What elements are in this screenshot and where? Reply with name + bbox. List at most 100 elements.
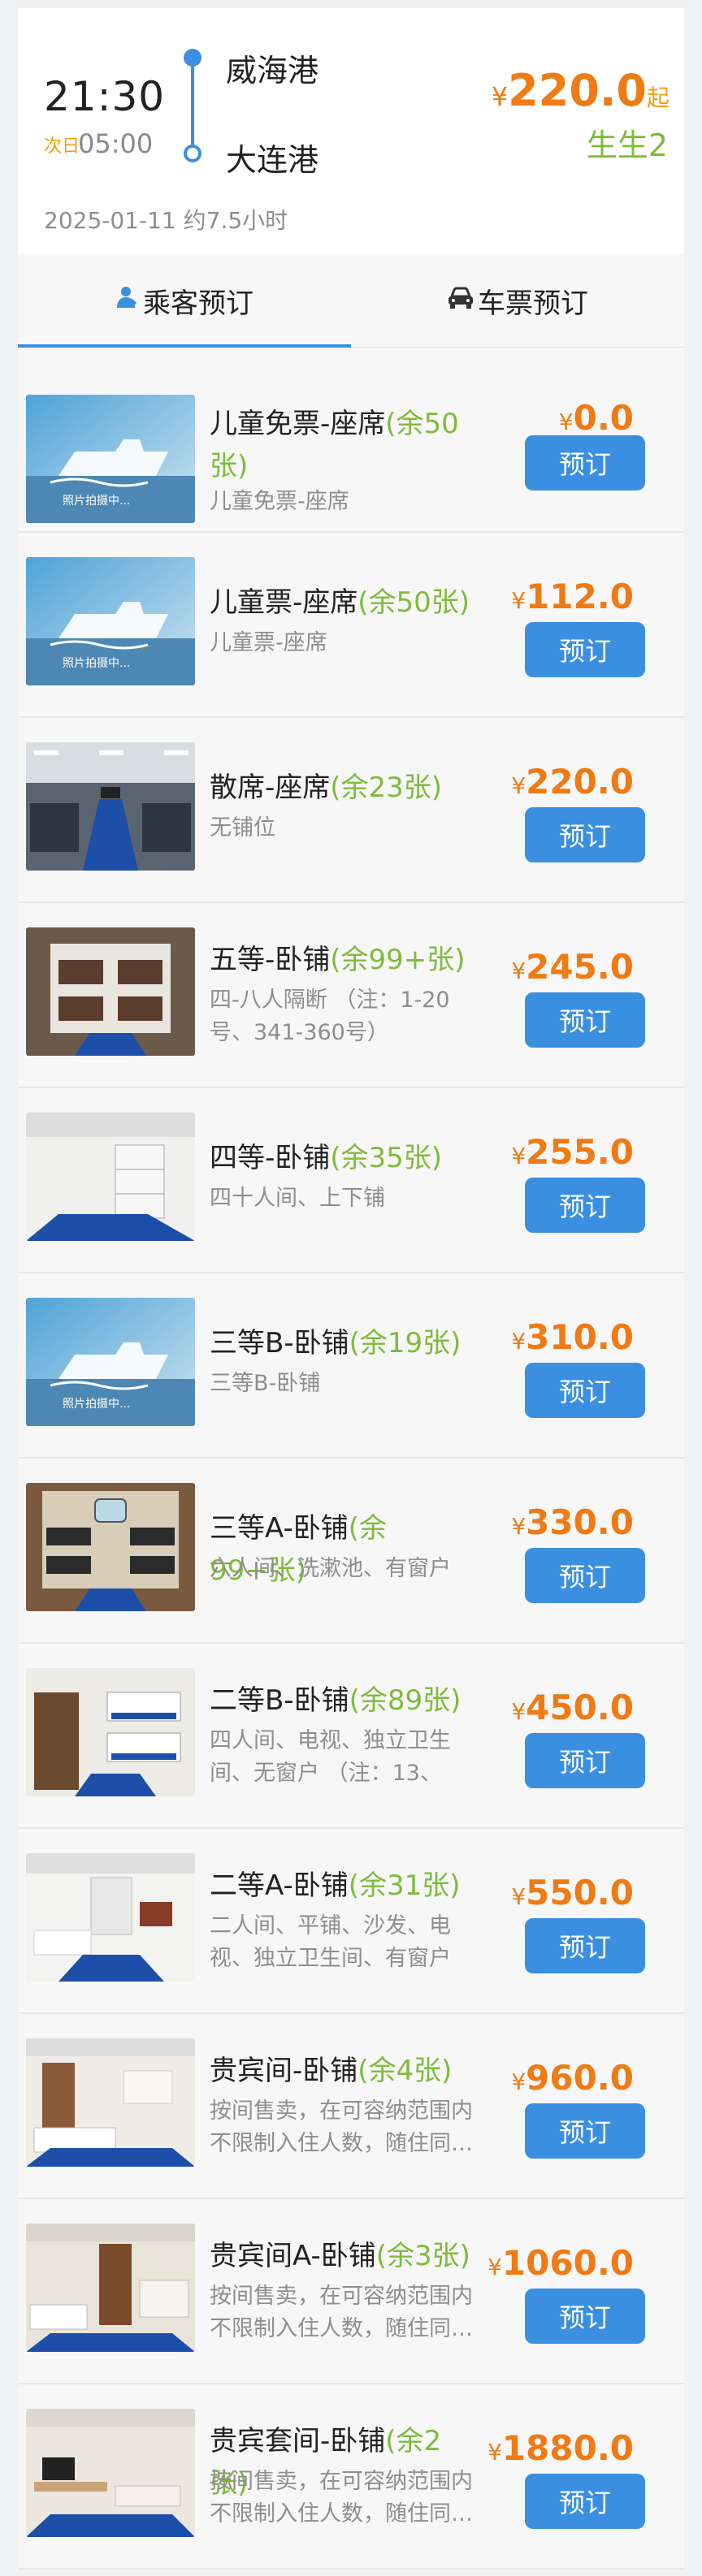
ticket-price: ¥450.0	[511, 1688, 634, 1727]
currency-symbol: ¥	[511, 957, 526, 984]
ticket-title: 五等-卧铺(余99+张)	[210, 939, 478, 981]
ticket-price-value: 220.0	[526, 762, 634, 802]
price-suffix: 起	[646, 84, 670, 111]
date-duration: 2025-01-11 约7.5小时	[44, 207, 288, 234]
ticket-title: 贵宾间-卧铺(余4张)	[210, 2050, 478, 2092]
tab-label: 乘客预订	[143, 287, 254, 320]
ticket-price-value: 245.0	[526, 947, 634, 987]
placeholder-caption: 照片拍摄中...	[63, 1398, 130, 1411]
vip-room-a-image	[26, 2224, 195, 2352]
trip-summary-card: 21:30 次日 05:00 威海港 大连港 ¥220.0起 生生2 2025-…	[18, 8, 684, 253]
ticket-description: 四人间、电视、独立卫生间、无窗户 （注：13、1…	[210, 1728, 451, 1786]
ticket-name: 贵宾间-卧铺	[210, 2055, 358, 2087]
ticket-title: 三等B-卧铺(余19张)	[210, 1322, 478, 1364]
ticket-title: 儿童免票-座席(余50张)	[210, 403, 478, 487]
ticket-remaining: (余23张)	[330, 772, 443, 804]
book-button[interactable]: 预订	[525, 2289, 645, 2344]
ticket-remaining: (余19张)	[349, 1327, 462, 1359]
ticket-remaining: (余31张)	[348, 1869, 461, 1902]
ticket-remaining: (余3张)	[375, 2240, 470, 2272]
ticket-name: 散席-座席	[210, 772, 331, 804]
ticket-description: 按间售卖，在可容纳范围内不限制入住人数，随住同…	[210, 2284, 473, 2341]
starting-price-value: 220.0	[508, 65, 647, 116]
book-button[interactable]: 预订	[525, 2474, 645, 2529]
tab-label: 车票预订	[478, 287, 588, 320]
dorm-cabin-image	[26, 1113, 195, 1241]
arrival-port: 大连港	[226, 142, 319, 178]
ticket-price: ¥1880.0	[488, 2428, 634, 2468]
ticket-item: 二等B-卧铺(余89张) 四人间、电视、独立卫生间、无窗户 （注：13、1… ¥…	[18, 1644, 684, 1829]
ticket-price: ¥550.0	[511, 1873, 634, 1913]
currency-symbol: ¥	[511, 2068, 526, 2095]
currency-symbol: ¥	[511, 1513, 526, 1540]
ticket-price-value: 1060.0	[501, 2243, 634, 2283]
ticket-name: 二等A-卧铺	[210, 1869, 349, 1902]
book-button[interactable]: 预订	[525, 1178, 645, 1233]
tab-car-booking[interactable]: 车票预订	[351, 253, 684, 348]
ticket-price-value: 0.0	[573, 398, 634, 438]
currency-symbol: ¥	[558, 408, 574, 435]
book-button[interactable]: 预订	[525, 1733, 645, 1788]
ticket-item: 贵宾套间-卧铺(余2张) 按间售卖，在可容纳范围内不限制入住人数，随住同… ¥1…	[18, 2384, 684, 2570]
ticket-price: ¥960.0	[511, 2058, 634, 2098]
ticket-description: 儿童票-座席	[210, 630, 327, 655]
currency-symbol: ¥	[488, 2439, 502, 2466]
currency-symbol: ¥	[511, 587, 526, 614]
ticket-description: 六人间、洗漱池、有窗户	[210, 1556, 451, 1581]
book-button[interactable]: 预订	[525, 1548, 645, 1603]
ticket-price: ¥220.0	[511, 762, 634, 802]
ticket-price: ¥310.0	[511, 1317, 634, 1357]
ticket-item: 贵宾间-卧铺(余4张) 按间售卖，在可容纳范围内不限制入住人数，随住同… ¥96…	[18, 2014, 684, 2199]
book-button[interactable]: 预订	[525, 2103, 645, 2159]
ticket-description: 按间售卖，在可容纳范围内不限制入住人数，随住同…	[210, 2098, 473, 2156]
ticket-item: 照片拍摄中... 三等B-卧铺(余19张) 三等B-卧铺 ¥310.0 预订	[18, 1273, 684, 1459]
tab-passenger-booking[interactable]: 乘客预订	[18, 253, 351, 348]
ticket-remaining: (余35张)	[330, 1142, 443, 1174]
currency-symbol: ¥	[511, 1328, 526, 1355]
booking-tabs: 乘客预订 车票预订	[18, 253, 684, 348]
ticket-price-value: 255.0	[526, 1132, 634, 1172]
ticket-item: 四等-卧铺(余35张) 四十人间、上下铺 ¥255.0 预订	[18, 1088, 684, 1273]
book-button[interactable]: 预订	[525, 992, 645, 1048]
book-button[interactable]: 预订	[525, 1918, 645, 1973]
ticket-price: ¥330.0	[511, 1502, 634, 1542]
ticket-name: 贵宾套间-卧铺	[210, 2425, 386, 2457]
ticket-price-value: 330.0	[526, 1502, 634, 1542]
ticket-description: 无铺位	[210, 815, 275, 841]
vip-room-image	[26, 2038, 195, 2167]
ticket-name: 四等-卧铺	[210, 1142, 331, 1174]
book-button[interactable]: 预订	[525, 435, 645, 491]
ticket-item: 二等A-卧铺(余31张) 二人间、平铺、沙发、电视、独立卫生间、有窗户 ¥550…	[18, 1829, 684, 2014]
ticket-name: 五等-卧铺	[210, 944, 331, 976]
placeholder-caption: 照片拍摄中...	[63, 657, 130, 670]
ticket-description: 四十人间、上下铺	[210, 1186, 385, 1211]
ticket-description: 按间售卖，在可容纳范围内不限制入住人数，随住同…	[210, 2469, 473, 2526]
ticket-price: ¥1060.0	[488, 2243, 634, 2283]
ticket-price-value: 450.0	[526, 1688, 634, 1727]
ticket-description: 儿童免票-座席	[210, 489, 349, 514]
currency-symbol: ¥	[488, 2254, 502, 2280]
ticket-description: 三等B-卧铺	[210, 1371, 321, 1396]
ticket-price: ¥255.0	[511, 1132, 634, 1172]
departure-time: 21:30	[44, 73, 166, 120]
ticket-remaining: (余50张)	[358, 586, 470, 619]
currency-symbol: ¥	[511, 1143, 526, 1169]
car-icon	[447, 284, 474, 317]
book-button[interactable]: 预订	[525, 1363, 645, 1418]
route-line	[191, 55, 194, 153]
vip-suite-image	[26, 2409, 195, 2537]
ticket-description: 四-八人隔断 （注：1-20号、341-360号）	[210, 988, 450, 1045]
ticket-title: 二等A-卧铺(余31张)	[210, 1865, 478, 1907]
ticket-price-value: 960.0	[526, 2058, 634, 2098]
book-button[interactable]: 预订	[525, 807, 645, 862]
starting-price: ¥220.0起	[492, 65, 670, 116]
ticket-list: 照片拍摄中... 儿童免票-座席(余50张) 儿童免票-座席 ¥0.0 预订 照…	[18, 348, 684, 2570]
arrival-time: 05:00	[78, 128, 154, 159]
ticket-title: 四等-卧铺(余35张)	[210, 1137, 478, 1179]
ticket-remaining: (余99+张)	[330, 944, 466, 976]
seating-hall-image	[26, 742, 195, 871]
ticket-description: 二人间、平铺、沙发、电视、独立卫生间、有窗户	[210, 1913, 451, 1971]
ticket-title: 儿童票-座席(余50张)	[210, 581, 478, 624]
book-button[interactable]: 预订	[525, 622, 645, 677]
ticket-price-value: 112.0	[526, 577, 634, 616]
